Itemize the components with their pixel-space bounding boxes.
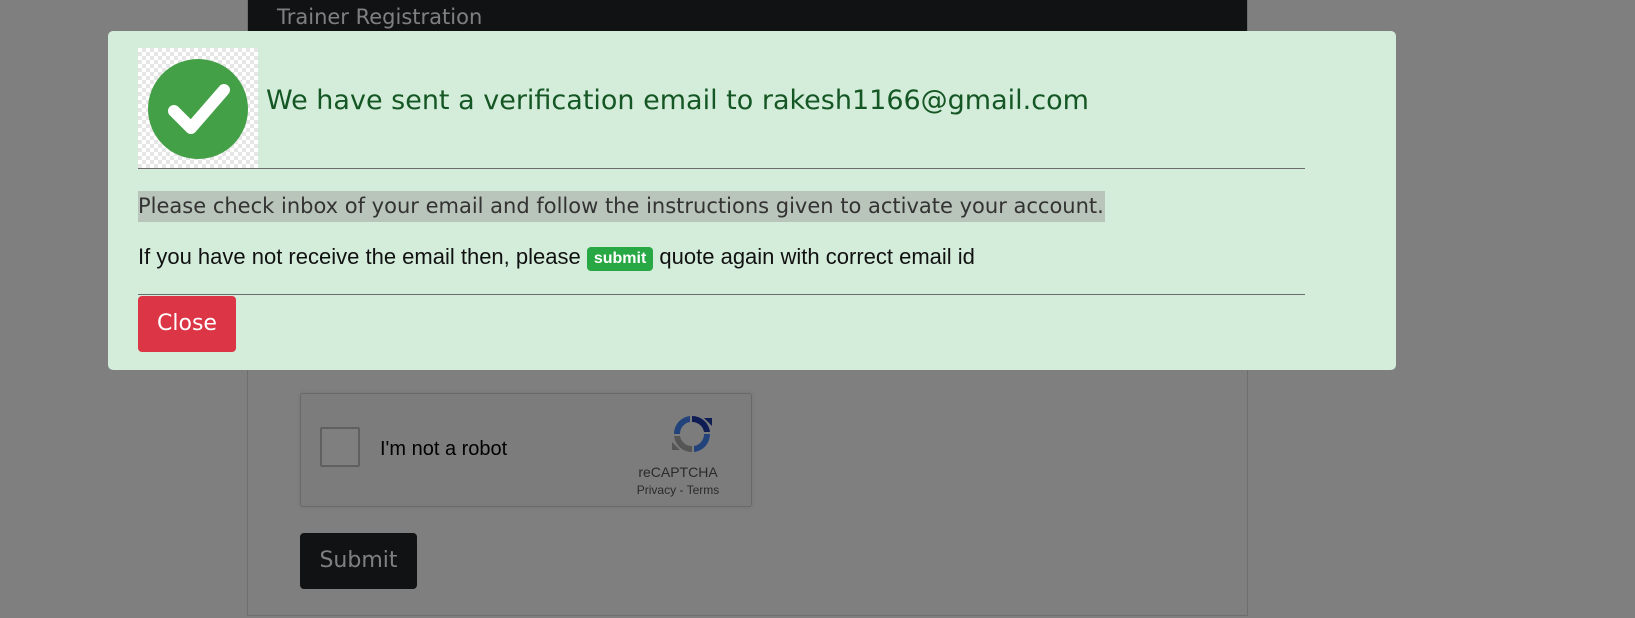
resubmit-message: If you have not receive the email then, … — [138, 242, 975, 272]
verification-modal: We have sent a verification email to rak… — [108, 31, 1396, 370]
modal-divider-top — [138, 168, 1305, 169]
close-button[interactable]: Close — [138, 296, 236, 352]
success-image — [138, 48, 258, 168]
page: Trainer Registration I'm not a robot reC… — [0, 0, 1635, 618]
resubmit-prefix: If you have not receive the email then, … — [138, 244, 581, 269]
resubmit-badge-link[interactable]: submit — [586, 247, 654, 271]
modal-title: We have sent a verification email to rak… — [266, 85, 1089, 116]
modal-divider-bottom — [138, 294, 1305, 295]
check-circle-icon — [148, 59, 248, 159]
resubmit-suffix: quote again with correct email id — [659, 244, 975, 269]
modal-instructions: Please check inbox of your email and fol… — [138, 191, 1105, 222]
